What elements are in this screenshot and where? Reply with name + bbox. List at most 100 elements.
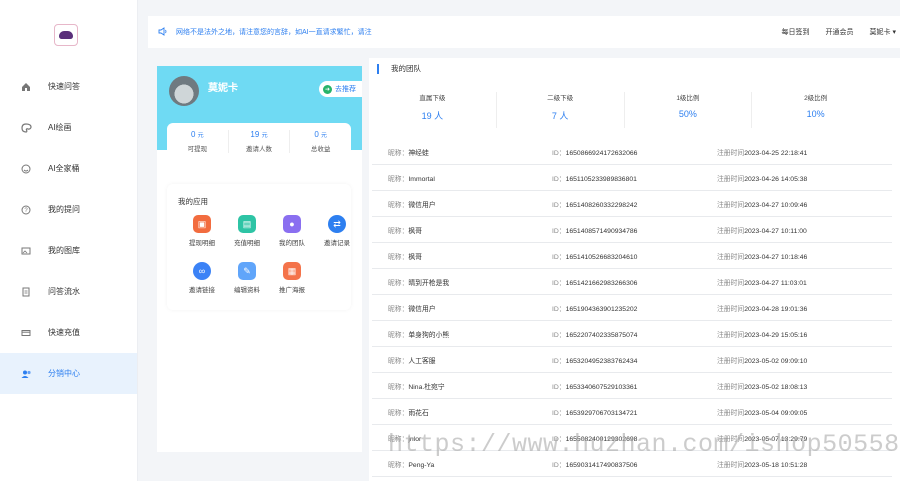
member-id: 1651408571490934786 (565, 227, 638, 235)
member-id-cell: ID：1650866924172632066 (552, 147, 717, 157)
card-icon (20, 327, 32, 339)
member-id-cell: ID：1652207402335875074 (552, 329, 717, 339)
time-label: 注册时间 (717, 201, 745, 209)
sidebar-item-my-gallery[interactable]: 我的图库 (0, 230, 137, 271)
member-time: 2023-05-02 09:09:10 (744, 357, 808, 365)
member-time-cell: 注册时间2023-05-02 09:09:10 (717, 355, 892, 365)
member-nick: 人工客服 (408, 357, 436, 365)
team-icon: ● (283, 215, 301, 233)
member-nick-cell: 昵称：晴到开枪是我 (372, 277, 552, 287)
tool-edit-profile[interactable]: ✎ 编辑资料 (229, 262, 265, 294)
member-time: 2023-04-27 10:18:46 (744, 253, 808, 261)
member-time: 2023-04-25 22:18:41 (744, 149, 808, 157)
member-time-cell: 注册时间2023-04-27 10:09:46 (717, 199, 892, 209)
member-id-cell: ID：1651421662983266306 (552, 277, 717, 287)
tool-label: 邀请记录 (324, 240, 350, 247)
image-icon (20, 245, 32, 257)
notice-marquee: 网络不是法外之地，请注意您的言辞，如AI一直请求繁忙，请注 (176, 29, 372, 36)
member-time-cell: 注册时间2023-05-02 18:08:13 (717, 381, 892, 391)
id-label: ID： (552, 409, 566, 417)
sidebar-item-ai-drawing[interactable]: AI绘画 (0, 107, 137, 148)
member-id: 1651105233989836801 (565, 175, 637, 183)
link-icon: ∞ (193, 262, 211, 280)
id-label: ID： (552, 305, 566, 313)
member-time-cell: 注册时间2023-04-29 15:05:16 (717, 329, 892, 339)
tool-invite-records[interactable]: ⇄ 邀请记录 (319, 215, 355, 247)
member-time-cell: 注册时间2023-04-27 11:03:01 (717, 277, 892, 287)
time-label: 注册时间 (717, 331, 745, 339)
nick-label: 昵称： (388, 383, 409, 391)
member-id-cell: ID：1651408260332298242 (552, 199, 717, 209)
member-nick: 雨花石 (408, 409, 429, 417)
speaker-icon (158, 26, 168, 38)
tool-my-team[interactable]: ● 我的团队 (274, 215, 310, 247)
nick-label: 昵称： (388, 357, 409, 365)
member-nick-cell: 昵称：Peng-Ya (372, 459, 552, 469)
nick-label: 昵称： (388, 279, 409, 287)
time-label: 注册时间 (717, 383, 745, 391)
tool-promo-poster[interactable]: ▦ 推广海报 (274, 262, 310, 294)
member-time-cell: 注册时间2023-05-04 09:09:05 (717, 407, 892, 417)
table-row: 昵称：枫哥 ID：1651410526683204610 注册时间2023-04-2… (372, 243, 892, 269)
checkin-button[interactable]: 每日签到 (782, 27, 810, 37)
member-id: 1651408260332298242 (565, 201, 638, 209)
member-nick: Nina.杜宛宁 (408, 383, 445, 391)
nick-label: 昵称： (388, 227, 409, 235)
nick-label: 昵称： (388, 253, 409, 261)
member-id: 1651904363901235202 (565, 305, 638, 313)
member-time-cell: 注册时间2023-04-25 22:18:41 (717, 147, 892, 157)
member-nick-cell: 昵称：Immortal (372, 173, 552, 183)
id-label: ID： (552, 201, 566, 209)
table-row: 昵称：Nina.杜宛宁 ID：1653340607529103361 注册时间202… (372, 373, 892, 399)
tool-label: 编辑资料 (234, 287, 260, 294)
sidebar-item-label: 问答流水 (48, 287, 80, 296)
member-id-cell: ID：1653929706703134721 (552, 407, 717, 417)
topbar: 网络不是法外之地，请注意您的言辞，如AI一直请求繁忙，请注 每日签到 开通会员 … (148, 16, 900, 48)
member-time: 2023-04-28 19:01:36 (744, 305, 808, 313)
id-label: ID： (552, 149, 566, 157)
avatar[interactable] (169, 76, 199, 106)
promote-button[interactable]: ➜ 去推荐 (319, 81, 362, 97)
question-icon: ? (20, 204, 32, 216)
table-row: 昵称：神经蛙 ID：1650866924172632066 注册时间2023-04-… (372, 139, 892, 165)
summary-level1-ratio: 1级比例 50% (625, 92, 753, 128)
member-time: 2023-04-27 11:03:01 (744, 279, 807, 287)
member-id: 1651421662983266306 (565, 279, 638, 287)
swap-icon: ⇄ (328, 215, 346, 233)
recharge-icon: ▤ (238, 215, 256, 233)
stat-unit: 元 (261, 132, 268, 139)
my-team-panel: 我的团队 直属下级 19 人 二级下级 7 人 1级比例 50% 2级比例 10… (369, 58, 900, 481)
member-time-cell: 注册时间2023-04-27 10:11:00 (717, 225, 892, 235)
summary-value: 50% (678, 109, 697, 119)
sidebar-item-quick-recharge[interactable]: 快速充值 (0, 312, 137, 353)
member-nick: 神经蛙 (408, 149, 429, 157)
member-time: 2023-04-26 14:05:38 (744, 175, 808, 183)
sidebar-item-ai-suite[interactable]: AI全家桶 (0, 148, 137, 189)
summary-value: 7 人 (551, 111, 569, 121)
sidebar-item-distribution-center[interactable]: 分销中心 (0, 353, 137, 394)
sidebar-item-qa-history[interactable]: 问答流水 (0, 271, 137, 312)
cloud-logo-icon (59, 31, 73, 39)
member-time: 2023-04-27 10:09:46 (744, 201, 808, 209)
sidebar-item-my-questions[interactable]: ? 我的提问 (0, 189, 137, 230)
tool-recharge-details[interactable]: ▤ 充值明细 (229, 215, 265, 247)
user-menu[interactable]: 莫妮卡 ▾ (870, 27, 896, 37)
users-icon (20, 368, 32, 380)
member-id: 1652207402335875074 (565, 331, 638, 339)
tool-label: 邀请链接 (189, 287, 215, 294)
app-logo[interactable] (54, 24, 78, 46)
member-nick-cell: 昵称：雨花石 (372, 407, 552, 417)
membership-button[interactable]: 开通会员 (826, 27, 854, 37)
tool-invite-link[interactable]: ∞ 邀请链接 (184, 262, 220, 294)
tool-withdraw-details[interactable]: ▣ 提现明细 (184, 215, 220, 247)
nick-label: 昵称： (388, 175, 409, 183)
tool-label: 充值明细 (234, 240, 260, 247)
sidebar-item-quick-qa[interactable]: 快速问答 (0, 66, 137, 107)
member-nick-cell: 昵称：微信用户 (372, 199, 552, 209)
stat-unit: 元 (197, 132, 204, 139)
time-label: 注册时间 (717, 175, 745, 183)
member-nick: Immortal (408, 175, 435, 183)
member-time: 2023-05-18 10:51:28 (744, 461, 808, 469)
id-label: ID： (552, 461, 566, 469)
summary-value: 19 人 (421, 111, 444, 121)
